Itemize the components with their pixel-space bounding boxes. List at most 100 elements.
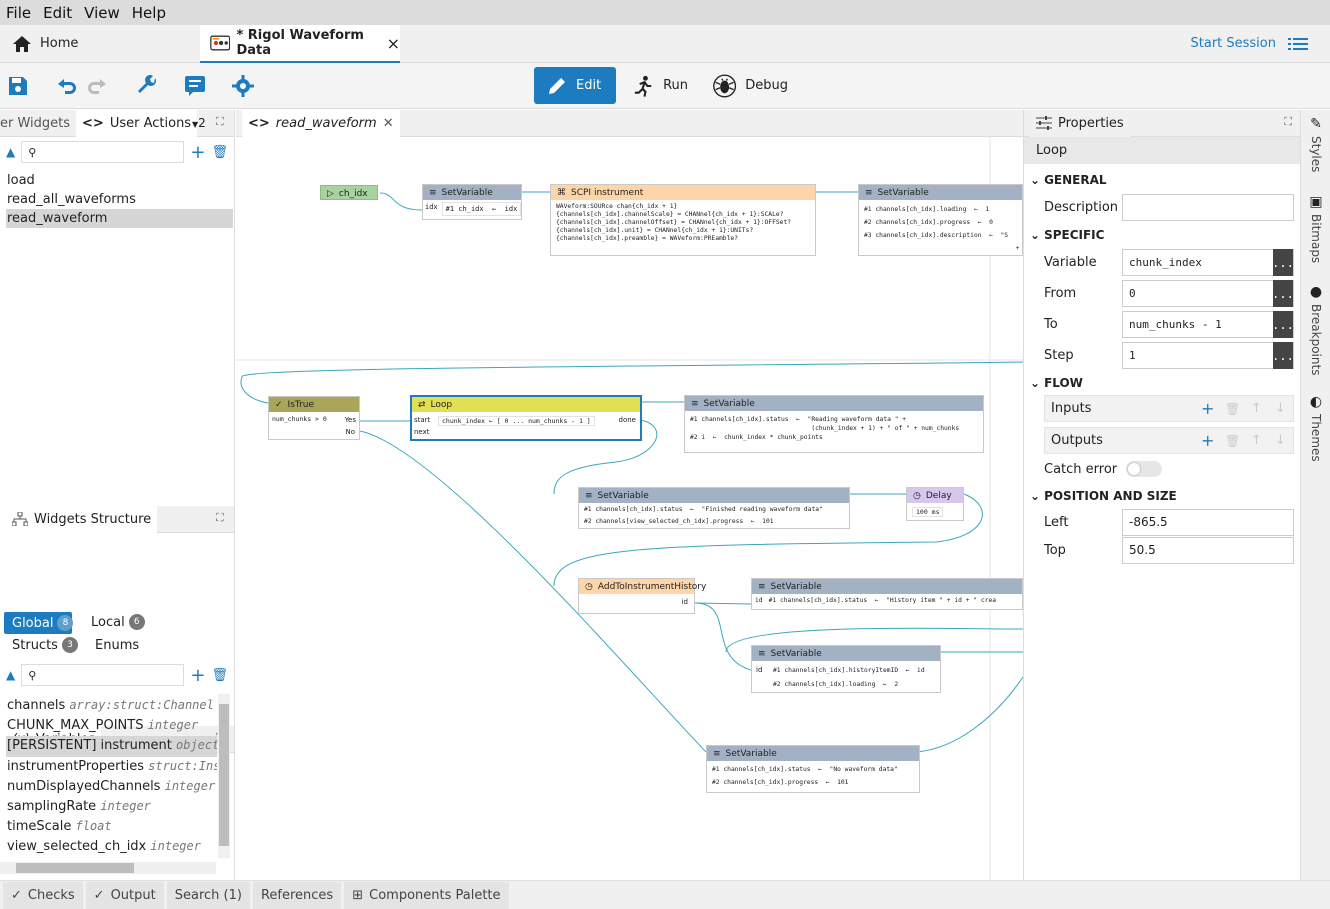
action-item-load[interactable]: load: [0, 171, 234, 190]
variable-item[interactable]: [PERSISTENT] instrument object:I: [6, 736, 217, 757]
tab-home[interactable]: Home: [0, 25, 200, 62]
maximize-icon[interactable]: ⛶: [216, 115, 224, 129]
save-icon[interactable]: [5, 73, 31, 99]
sort-icon[interactable]: ▲: [6, 668, 15, 682]
rail-tab-styles[interactable]: ✎ Styles: [1301, 116, 1330, 172]
sort-icon[interactable]: ▲: [6, 145, 15, 159]
menu-view[interactable]: View: [78, 4, 126, 22]
arrow-up-icon[interactable]: ↑: [1251, 401, 1262, 416]
variable-item[interactable]: CHUNK_MAX_POINTS integer: [0, 716, 217, 736]
tab-components-palette[interactable]: ⊞ Components Palette: [344, 881, 509, 909]
debug-mode-button[interactable]: Debug: [700, 67, 800, 104]
scrollbar-thumb[interactable]: [219, 704, 229, 846]
node-set-variable[interactable]: ≡ SetVariable idx #1 ch_idx ← idx: [422, 184, 522, 220]
variable-item[interactable]: instrumentProperties struct:Inst: [0, 757, 217, 777]
step-field[interactable]: 1...: [1122, 342, 1294, 369]
delete-icon[interactable]: 🗑: [211, 668, 228, 683]
list-menu-icon[interactable]: [1288, 37, 1308, 51]
to-field[interactable]: num_chunks - 1...: [1122, 311, 1294, 338]
node-start-ch-idx[interactable]: ▷ ch_idx: [320, 185, 378, 200]
tab-read-waveform[interactable]: <> read_waveform ✕: [242, 109, 400, 137]
edit-mode-button[interactable]: Edit: [534, 67, 616, 104]
delete-icon[interactable]: 🗑: [1225, 402, 1240, 416]
node-is-true[interactable]: ✓ IsTrue num_chunks > 0 Yes No: [268, 396, 360, 440]
yes-port[interactable]: Yes: [345, 416, 356, 424]
comment-icon[interactable]: [182, 73, 208, 99]
menu-edit[interactable]: Edit: [37, 4, 78, 22]
redo-icon[interactable]: [84, 73, 110, 99]
add-icon[interactable]: +: [190, 665, 205, 686]
node-set-variable[interactable]: ≡ SetVariable #1 channels[ch_idx].status …: [706, 745, 920, 793]
node-add-to-instrument-history[interactable]: ◷ AddToInstrumentHistory id: [578, 578, 706, 614]
tab-widgets-structure[interactable]: Widgets Structure: [0, 505, 158, 533]
tab-user-actions[interactable]: <> User Actions: [76, 109, 198, 137]
left-field[interactable]: -865.5: [1122, 508, 1294, 536]
variable-item[interactable]: channels array:struct:Channel: [0, 696, 217, 716]
node-scpi-instrument[interactable]: ⌘ SCPI instrument WAVeform:SOURce chan{ch…: [550, 184, 816, 256]
horizontal-scrollbar[interactable]: [0, 862, 216, 874]
id-port[interactable]: id: [682, 598, 688, 606]
delete-icon[interactable]: 🗑: [211, 145, 228, 160]
section-general[interactable]: ⌄ GENERAL: [1024, 168, 1300, 192]
rail-tab-breakpoints[interactable]: ● Breakpoints: [1301, 284, 1330, 375]
vertical-scrollbar[interactable]: [218, 694, 230, 858]
action-item-read-waveform[interactable]: read_waveform: [6, 209, 233, 228]
wrench-icon[interactable]: [134, 73, 160, 99]
vars-enums-tab[interactable]: Enums: [95, 638, 139, 653]
tab-search[interactable]: Search (1): [166, 881, 250, 909]
variable-item[interactable]: timeScale float: [0, 817, 217, 837]
node-loop[interactable]: ⇄ Loop start next chunk_index ← [ 0 ... n…: [410, 395, 642, 441]
node-set-variable[interactable]: ≡ SetVariable #1 channels[ch_idx].status …: [578, 487, 850, 529]
expression-builder-button[interactable]: ...: [1272, 342, 1294, 369]
rail-tab-themes[interactable]: ◐ Themes: [1301, 394, 1330, 462]
node-delay[interactable]: ◷ Delay 100 ms: [906, 487, 964, 521]
vars-structs-tab[interactable]: Structs 3: [12, 637, 78, 653]
vars-global-tab[interactable]: Global 8: [4, 612, 74, 634]
actions-search-input[interactable]: ⚲: [21, 141, 185, 163]
variable-item[interactable]: view_selected_ch_idx integer: [0, 837, 217, 857]
variable-item[interactable]: numDisplayedChannels integer: [0, 777, 217, 797]
tab-project[interactable]: * Rigol Waveform Data ×: [200, 25, 400, 63]
section-specific[interactable]: ⌄ SPECIFIC: [1024, 223, 1300, 247]
arrow-down-icon[interactable]: ↓: [1275, 433, 1286, 448]
tab-output[interactable]: ✓ Output: [85, 881, 164, 909]
tab-checks[interactable]: ✓ Checks: [3, 881, 83, 909]
start-session-button[interactable]: Start Session: [1191, 25, 1308, 62]
start-port[interactable]: start: [414, 416, 430, 424]
run-mode-button[interactable]: Run: [620, 67, 700, 104]
variable-item[interactable]: samplingRate integer: [0, 797, 217, 817]
more-tabs-dropdown[interactable]: ▼2: [192, 116, 206, 130]
from-field[interactable]: 0...: [1122, 280, 1294, 307]
tab-properties[interactable]: Properties: [1030, 109, 1130, 137]
menu-file[interactable]: File: [0, 4, 37, 22]
top-field[interactable]: 50.5: [1122, 536, 1294, 564]
rail-tab-bitmaps[interactable]: ▣ Bitmaps: [1301, 194, 1330, 263]
node-set-variable[interactable]: ≡ SetVariable id #1 channels[ch_idx].hist…: [751, 645, 941, 693]
add-icon[interactable]: +: [190, 142, 205, 163]
tab-user-widgets[interactable]: er Widgets: [0, 110, 76, 137]
description-field[interactable]: [1122, 194, 1294, 221]
no-port[interactable]: No: [345, 428, 355, 436]
section-flow[interactable]: ⌄ FLOW: [1024, 371, 1300, 395]
next-port[interactable]: next: [414, 428, 430, 436]
node-set-variable[interactable]: ≡ SetVariable id #1 channels[ch_idx].statu…: [751, 578, 1023, 610]
tab-references[interactable]: References: [252, 881, 342, 909]
close-icon[interactable]: ✕: [383, 116, 394, 131]
node-set-variable[interactable]: ≡ SetVariable #1 channels[ch_idx].status …: [684, 395, 984, 453]
arrow-down-icon[interactable]: ↓: [1275, 401, 1286, 416]
maximize-icon[interactable]: ⛶: [216, 511, 224, 525]
undo-icon[interactable]: [54, 73, 80, 99]
section-position-size[interactable]: ⌄ POSITION AND SIZE: [1024, 484, 1300, 508]
node-set-variable[interactable]: ≡ SetVariable #1 channels[ch_idx].loading…: [858, 184, 1023, 256]
close-icon[interactable]: ×: [387, 34, 400, 53]
maximize-icon[interactable]: ⛶: [1284, 115, 1292, 129]
menu-help[interactable]: Help: [126, 4, 172, 22]
expression-builder-button[interactable]: ...: [1272, 280, 1294, 307]
variable-field[interactable]: chunk_index...: [1122, 249, 1294, 276]
vars-search-input[interactable]: ⚲: [21, 664, 185, 686]
action-item-read-all[interactable]: read_all_waveforms: [0, 190, 234, 209]
catch-error-toggle[interactable]: [1126, 461, 1162, 477]
delete-icon[interactable]: 🗑: [1225, 434, 1240, 448]
expression-builder-button[interactable]: ...: [1272, 311, 1294, 338]
done-port[interactable]: done: [619, 416, 636, 424]
